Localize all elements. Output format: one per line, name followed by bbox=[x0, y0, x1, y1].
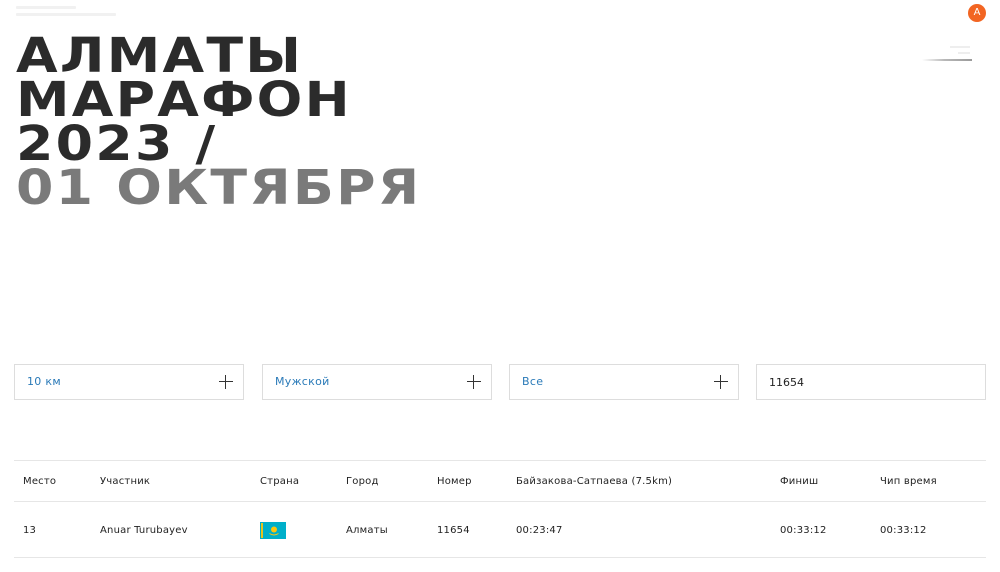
cell-chip-time: 00:33:12 bbox=[880, 525, 927, 536]
cell-city: Алматы bbox=[346, 525, 388, 536]
title-date: 01 ОКТЯБРЯ bbox=[16, 160, 422, 216]
cell-place: 13 bbox=[23, 525, 37, 536]
cell-bib: 11654 bbox=[437, 525, 470, 536]
plus-icon bbox=[714, 375, 728, 389]
page-title: АЛМАТЫ МАРАФОН 2023 / 01 ОКТЯБРЯ bbox=[16, 32, 422, 216]
column-header-participant[interactable]: Участник bbox=[100, 476, 150, 487]
plus-icon bbox=[467, 375, 481, 389]
column-header-finish[interactable]: Финиш bbox=[780, 476, 818, 487]
column-header-city[interactable]: Город bbox=[346, 476, 379, 487]
plus-icon bbox=[219, 375, 233, 389]
column-header-country[interactable]: Страна bbox=[260, 476, 299, 487]
gender-filter[interactable]: Мужской bbox=[262, 364, 492, 400]
bib-search-field[interactable] bbox=[756, 364, 986, 400]
distance-filter[interactable]: 10 км bbox=[14, 364, 244, 400]
column-header-chip-time[interactable]: Чип время bbox=[880, 476, 937, 487]
bib-search-input[interactable] bbox=[757, 365, 985, 399]
user-avatar[interactable]: A bbox=[968, 4, 986, 22]
category-filter[interactable]: Все bbox=[509, 364, 739, 400]
filters-bar: 10 км Мужской Все bbox=[14, 364, 986, 402]
kazakhstan-flag-icon bbox=[260, 522, 286, 539]
cell-finish: 00:33:12 bbox=[780, 525, 827, 536]
gender-filter-value: Мужской bbox=[275, 375, 330, 388]
menu-icon[interactable] bbox=[922, 44, 974, 64]
cell-participant[interactable]: Anuar Turubayev bbox=[100, 525, 188, 536]
table-row[interactable]: 13 Anuar Turubayev Алматы 11654 00:23:47… bbox=[14, 501, 986, 558]
column-header-bib[interactable]: Номер bbox=[437, 476, 472, 487]
column-header-place[interactable]: Место bbox=[23, 476, 56, 487]
distance-filter-value: 10 км bbox=[27, 375, 61, 388]
site-logo[interactable] bbox=[16, 6, 116, 22]
page: A АЛМАТЫ МАРАФОН 2023 / 01 ОКТЯБРЯ 10 км… bbox=[0, 0, 1000, 572]
table-header-row: Место Участник Страна Город Номер Байзак… bbox=[14, 460, 986, 501]
column-header-split[interactable]: Байзакова-Сатпаева (7.5km) bbox=[516, 476, 672, 487]
results-table: Место Участник Страна Город Номер Байзак… bbox=[14, 460, 986, 558]
category-filter-value: Все bbox=[522, 375, 544, 388]
cell-split: 00:23:47 bbox=[516, 525, 563, 536]
